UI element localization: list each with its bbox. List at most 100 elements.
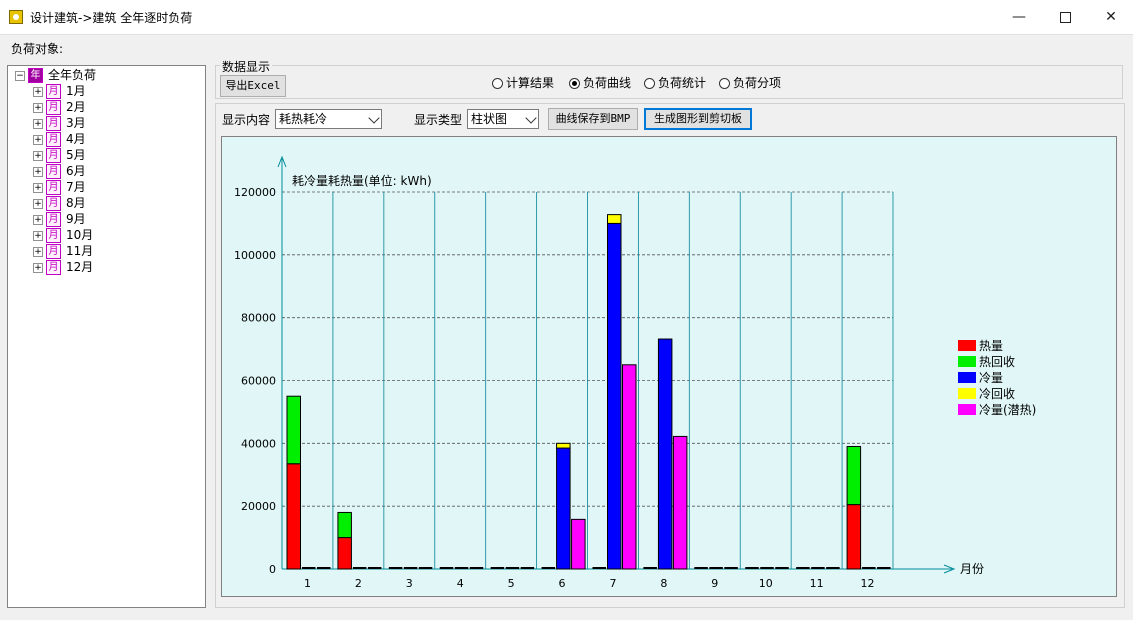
title-bar: 设计建筑->建筑 全年逐时负荷 — ✕ [0,0,1133,35]
expand-icon[interactable]: + [33,102,43,113]
radio-label: 负荷分项 [733,76,782,90]
tree-item-month[interactable]: + 月 6月 [33,163,86,179]
tree-item-month[interactable]: + 月 2月 [33,99,86,115]
y-tick-label: 60000 [241,375,276,388]
x-axis-label: 月份 [960,562,984,576]
app-icon [9,10,23,24]
load-object-tree[interactable]: − 年全年负荷 + 月 1月 + 月 2月 + 月 3月 + 月 4月 + 月 5月 + 月 6月 + 月 7月 + 月 8月 +… [7,65,206,608]
x-tick-label: 2 [355,577,362,590]
bar-segment [286,463,301,570]
x-tick-label: 3 [406,577,413,590]
maximize-button[interactable] [1042,0,1088,34]
bar-chart: 0 20000 40000 60000 80000 100000 120000 耗冷量耗热量(… [234,155,1036,590]
expand-icon[interactable]: + [33,182,43,193]
tree-item-label: 3月 [66,116,86,130]
content-select[interactable]: 耗热耗冷 [275,109,382,129]
tree-item-month[interactable]: + 月 5月 [33,147,86,163]
tree-item-label: 8月 [66,196,86,210]
x-tick-label: 6 [559,577,566,590]
month-icon: 月 [46,132,61,147]
tree-item-month[interactable]: + 月 3月 [33,115,86,131]
load-object-label: 负荷对象: [11,42,64,56]
bar-segment [286,395,301,465]
expand-icon[interactable]: + [33,166,43,177]
month-icon: 月 [46,180,61,195]
legend-swatch [958,372,976,383]
tree-item-month[interactable]: + 月 11月 [33,243,93,259]
save-bmp-button[interactable]: 曲线保存到BMP [548,108,638,130]
tree-item-label: 1月 [66,84,86,98]
radio-calc-result[interactable]: 计算结果 [492,75,554,91]
expand-icon[interactable]: + [33,246,43,257]
expand-icon[interactable]: + [33,118,43,129]
month-icon: 月 [46,100,61,115]
bar-zero [418,567,433,569]
bar-zero [826,567,840,569]
x-tick-label: 11 [810,577,824,590]
close-button[interactable]: ✕ [1088,0,1133,34]
x-tick-label: 12 [861,577,875,590]
y-tick-label: 0 [269,563,276,576]
month-icon: 月 [46,228,61,243]
month-icon: 月 [46,244,61,259]
bar-zero [352,567,367,569]
tree-item-label: 7月 [66,180,86,194]
bar-zero [367,567,382,569]
x-tick-label: 9 [711,577,718,590]
expand-icon[interactable]: + [33,230,43,241]
expand-icon[interactable]: + [33,262,43,273]
tree-item-label: 5月 [66,148,86,162]
tree-item-root[interactable]: − 年全年负荷 [15,67,96,83]
bar-zero [811,567,825,569]
collapse-icon[interactable]: − [15,70,25,81]
tree-item-month[interactable]: + 月 7月 [33,179,86,195]
expand-icon[interactable]: + [33,134,43,145]
radio-label: 计算结果 [506,76,555,90]
bar-zero [505,567,520,569]
tree-item-label: 10月 [66,228,94,242]
tree-item-month[interactable]: + 月 8月 [33,195,86,211]
tree-item-label: 全年负荷 [48,68,97,82]
bar-zero [796,567,810,569]
month-icon: 月 [46,260,61,275]
bar-segment [622,364,637,570]
bar-zero [709,567,723,569]
bar-zero [541,567,556,569]
radio-load-curve[interactable]: 负荷曲线 [569,75,631,91]
bar-zero [317,567,331,569]
chart-area: 0 20000 40000 60000 80000 100000 120000 耗冷量耗热量(… [221,136,1117,597]
expand-icon[interactable]: + [33,86,43,97]
radio-load-stats[interactable]: 负荷统计 [644,75,706,91]
bar-zero [775,567,789,569]
x-tick-label: 5 [508,577,515,590]
tree-item-month[interactable]: + 月 9月 [33,211,86,227]
export-excel-button[interactable]: 导出Excel [220,75,286,97]
bar-zero [694,567,708,569]
x-tick-label: 8 [660,577,667,590]
tree-item-month[interactable]: + 月 1月 [33,83,86,99]
bar-zero [643,567,657,569]
minimize-button[interactable]: — [996,0,1042,34]
copy-to-clipboard-button[interactable]: 生成图形到剪切板 [644,108,752,130]
bar-zero [592,567,606,569]
legend-swatch [958,404,976,415]
radio-load-breakdown[interactable]: 负荷分项 [719,75,781,91]
bar-segment [556,442,571,449]
tree-item-month[interactable]: + 月 4月 [33,131,86,147]
legend-swatch [958,388,976,399]
bar-zero [724,567,738,569]
bar-segment [556,447,571,570]
bar-zero [469,567,484,569]
tree-item-month[interactable]: + 月 10月 [33,227,93,243]
bar-segment [846,504,862,570]
window-title: 设计建筑->建筑 全年逐时负荷 [30,11,193,25]
tree-item-month[interactable]: + 月 12月 [33,259,93,275]
radio-icon [719,78,730,89]
type-select[interactable]: 柱状图 [467,109,539,129]
expand-icon[interactable]: + [33,150,43,161]
expand-icon[interactable]: + [33,214,43,225]
month-icon: 月 [46,212,61,227]
y-tick-label: 100000 [234,249,276,262]
expand-icon[interactable]: + [33,198,43,209]
month-icon: 月 [46,84,61,99]
